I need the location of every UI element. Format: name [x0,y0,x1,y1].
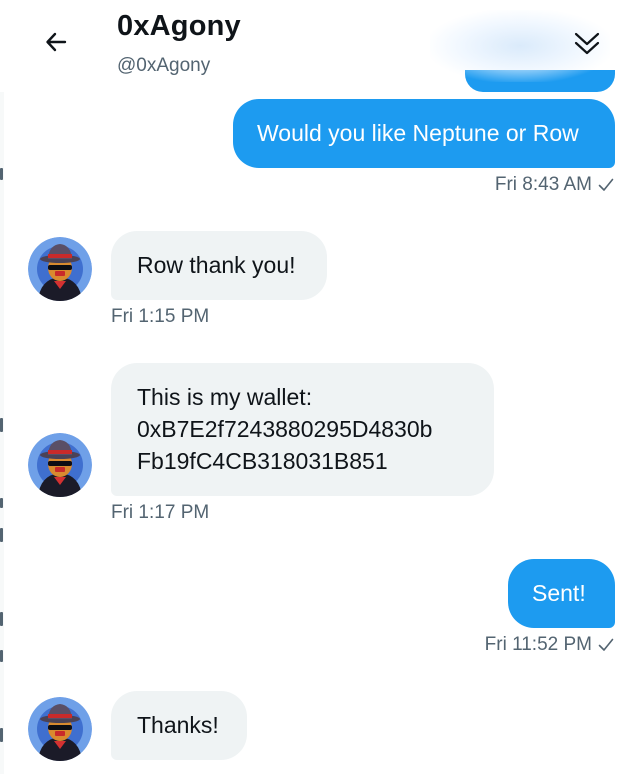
message-text: Would you like Neptune or Row [257,120,579,146]
message-text-line: This is my wallet: [137,384,313,410]
avatar-image [28,433,92,497]
message-bubble-received[interactable]: Row thank you! [111,231,327,300]
message-meta: Fri 1:15 PM [111,306,209,328]
message-bubble-sent[interactable]: Sent! [508,559,615,628]
double-chevron-down-icon [574,32,600,55]
edge-mark [0,528,3,542]
message-timestamp: Fri 8:43 AM [494,174,592,195]
avatar-image [28,697,92,761]
edge-mark [0,728,3,742]
edge-mark [0,612,3,626]
message-text-line: Fb19fC4CB318031B851 [137,448,388,474]
message-timestamp: Fri 1:17 PM [111,502,210,523]
back-button[interactable] [38,24,74,60]
message-text-line: 0xB7E2f7243880295D4830b [137,416,433,442]
message-bubble-sent[interactable]: Would you like Neptune or Row [233,99,615,168]
edge-mark [0,498,3,508]
message-meta: Fri 8:43 AM [495,174,614,196]
message-timestamp: Fri 1:15 PM [111,306,210,327]
message-text: Sent! [532,580,586,606]
conversation-header: 0xAgony @0xAgony [0,0,640,92]
message-timestamp: Fri 11:52 PM [484,634,592,655]
message-bubble-received[interactable]: Thanks! [111,691,247,760]
conversation-title[interactable]: 0xAgony [117,10,241,43]
message-text: Row thank you! [137,252,296,278]
collapse-button[interactable] [566,22,608,64]
avatar-image [28,237,92,301]
message-meta: Fri 11:52 PM [485,634,614,656]
checkmark-icon [598,178,614,191]
message-bubble-received[interactable]: This is my wallet: 0xB7E2f7243880295D483… [111,363,494,496]
message-meta: Fri 1:17 PM [111,502,209,524]
edge-mark [0,418,3,432]
avatar[interactable] [28,237,92,301]
conversation-handle[interactable]: @0xAgony [117,55,210,77]
edge-mark [0,168,3,180]
avatar[interactable] [28,697,92,761]
message-text: Thanks! [137,712,219,738]
checkmark-icon [598,638,614,651]
edge-mark [0,650,3,662]
arrow-left-icon [46,32,67,52]
avatar[interactable] [28,433,92,497]
